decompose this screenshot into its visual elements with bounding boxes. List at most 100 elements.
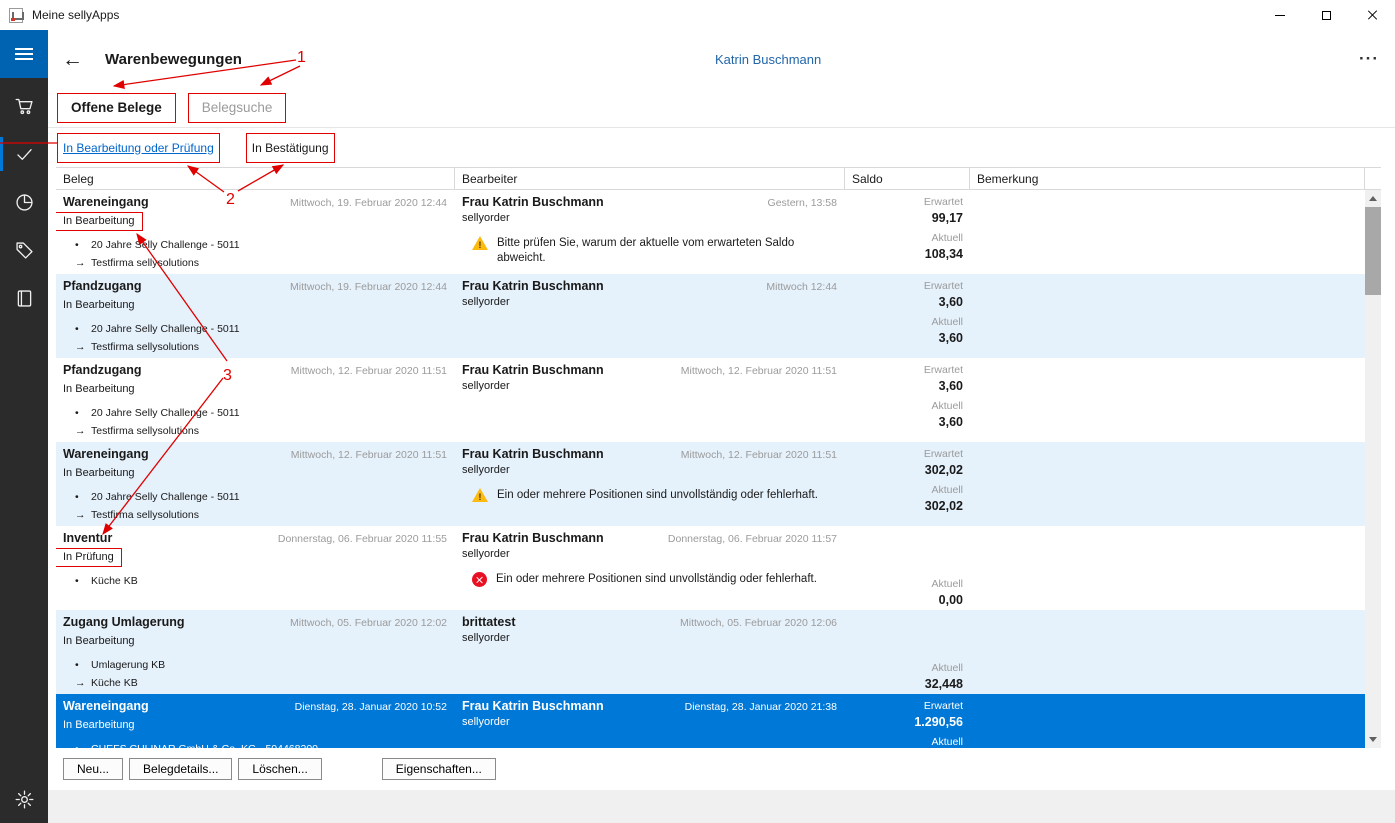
saldo-label: Aktuell [852, 736, 963, 748]
scroll-down-icon [1369, 737, 1377, 742]
item-marker: • [75, 489, 91, 507]
row-message: Bitte prüfen Sie, warum der aktuelle vom… [462, 236, 837, 265]
list-item: →Testfirma sellysolutions [63, 339, 447, 357]
properties-button[interactable]: Eigenschaften... [382, 758, 496, 780]
item-text: Umlagerung KB [91, 657, 165, 675]
saldo-cell: Erwartet3,60Aktuell3,60 [845, 358, 970, 442]
maximize-button[interactable] [1303, 0, 1349, 30]
beleg-cell: Inventur Donnerstag, 06. Februar 2020 11… [56, 526, 455, 610]
saldo-value: 108,34 [852, 247, 963, 261]
item-text: CHEFS CULINAR GmbH & Co. KG - 504468200 [91, 741, 318, 748]
pie-chart-icon [14, 192, 35, 213]
document-details-button[interactable]: Belegdetails... [129, 758, 232, 780]
document-date: Mittwoch, 19. Februar 2020 12:44 [290, 281, 447, 293]
sidebar [0, 30, 48, 823]
subtab-in-bestaetigung[interactable]: In Bestätigung [247, 134, 334, 162]
status-strip [48, 790, 1395, 823]
saldo-value: 32,448 [852, 677, 963, 691]
saldo-label: Erwartet [852, 700, 963, 712]
tab-bar: Offene Belege Belegsuche [48, 88, 1395, 128]
remark-cell [970, 190, 1365, 274]
editor-account: sellyorder [462, 632, 837, 644]
scroll-down-button[interactable] [1365, 731, 1381, 748]
settings-button[interactable] [0, 775, 48, 823]
beleg-cell: Wareneingang Mittwoch, 12. Februar 2020 … [56, 442, 455, 526]
saldo-cell: Erwartet302,02Aktuell302,02 [845, 442, 970, 526]
list-item: →Küche KB [63, 675, 447, 693]
delete-button[interactable]: Löschen... [238, 758, 321, 780]
sidebar-item-reports[interactable] [0, 178, 48, 226]
tag-icon [14, 240, 35, 261]
hamburger-icon [15, 48, 33, 60]
column-header-beleg: Beleg [56, 168, 455, 189]
scrollbar-thumb[interactable] [1365, 207, 1381, 295]
table-row[interactable]: Pfandzugang Mittwoch, 19. Februar 2020 1… [56, 274, 1365, 358]
window-title: Meine sellyApps [32, 8, 119, 22]
user-name[interactable]: Katrin Buschmann [715, 52, 821, 67]
document-type: Pfandzugang [63, 363, 141, 377]
table-row[interactable]: Wareneingang Mittwoch, 19. Februar 2020 … [56, 190, 1365, 274]
close-button[interactable] [1349, 0, 1395, 30]
document-type: Wareneingang [63, 699, 149, 713]
warning-icon [472, 236, 488, 250]
list-item: →Testfirma sellysolutions [63, 507, 447, 525]
window-controls [1257, 0, 1395, 30]
document-status: In Bearbeitung [63, 635, 135, 647]
saldo-label: Aktuell [852, 484, 963, 496]
remark-cell [970, 358, 1365, 442]
document-type: Wareneingang [63, 195, 149, 209]
gear-icon [14, 789, 35, 810]
item-marker: → [75, 423, 91, 441]
column-header-bearbeiter: Bearbeiter [455, 168, 845, 189]
subtab-in-bearbeitung-oder-pruefung[interactable]: In Bearbeitung oder Prüfung [58, 134, 219, 162]
editor-date: Mittwoch 12:44 [766, 281, 837, 293]
remark-cell [970, 274, 1365, 358]
table-row[interactable]: Pfandzugang Mittwoch, 12. Februar 2020 1… [56, 358, 1365, 442]
editor-name: brittatest [462, 615, 515, 629]
beleg-cell: Wareneingang Mittwoch, 19. Februar 2020 … [56, 190, 455, 274]
list-item: •20 Jahre Selly Challenge - 5011 [63, 321, 447, 339]
table-row[interactable]: Inventur Donnerstag, 06. Februar 2020 11… [56, 526, 1365, 610]
saldo-label: Aktuell [852, 316, 963, 328]
document-type: Inventur [63, 531, 112, 545]
item-marker: • [75, 405, 91, 423]
item-marker: • [75, 573, 91, 591]
saldo-value: 0,00 [852, 593, 963, 607]
new-button[interactable]: Neu... [63, 758, 123, 780]
table-row[interactable]: Wareneingang Dienstag, 28. Januar 2020 1… [56, 694, 1365, 748]
page-header: ← Warenbewegungen Katrin Buschmann ··· [48, 30, 1395, 88]
sidebar-item-prices[interactable] [0, 226, 48, 274]
more-menu-button[interactable]: ··· [1359, 49, 1379, 69]
table-row[interactable]: Zugang Umlagerung Mittwoch, 05. Februar … [56, 610, 1365, 694]
saldo-label: Erwartet [852, 196, 963, 208]
saldo-value: 302,02 [852, 463, 963, 477]
subtab-bar: In Bearbeitung oder Prüfung In Bestätigu… [48, 128, 1395, 167]
item-list: •20 Jahre Selly Challenge - 5011→Testfir… [63, 321, 447, 356]
editor-account: sellyorder [462, 296, 837, 308]
table-row[interactable]: Wareneingang Mittwoch, 12. Februar 2020 … [56, 442, 1365, 526]
scroll-up-button[interactable] [1365, 190, 1381, 207]
item-text: Testfirma sellysolutions [91, 255, 199, 273]
list-item: •20 Jahre Selly Challenge - 5011 [63, 489, 447, 507]
beleg-cell: Pfandzugang Mittwoch, 12. Februar 2020 1… [56, 358, 455, 442]
sidebar-item-orders[interactable] [0, 82, 48, 130]
minimize-button[interactable] [1257, 0, 1303, 30]
saldo-value: 3,60 [852, 331, 963, 345]
document-date: Mittwoch, 12. Februar 2020 11:51 [291, 365, 447, 377]
tab-belegsuche[interactable]: Belegsuche [189, 94, 286, 122]
item-list: •Küche KB [63, 573, 447, 591]
sidebar-item-catalog[interactable] [0, 274, 48, 322]
editor-name: Frau Katrin Buschmann [462, 363, 604, 377]
editor-date: Mittwoch, 12. Februar 2020 11:51 [681, 449, 837, 461]
item-list: •20 Jahre Selly Challenge - 5011→Testfir… [63, 405, 447, 440]
vertical-scrollbar[interactable] [1365, 190, 1381, 748]
action-bar: Neu... Belegdetails... Löschen... Eigens… [48, 748, 1395, 790]
tab-offene-belege[interactable]: Offene Belege [58, 94, 175, 122]
bearbeiter-cell: Frau Katrin Buschmann Gestern, 13:58 sel… [455, 190, 845, 274]
sidebar-item-goods-movements[interactable] [0, 130, 48, 178]
message-text: Ein oder mehrere Positionen sind unvolls… [496, 572, 817, 587]
back-button[interactable]: ← [62, 49, 83, 70]
menu-button[interactable] [0, 30, 48, 78]
editor-name: Frau Katrin Buschmann [462, 195, 604, 209]
editor-date: Donnerstag, 06. Februar 2020 11:57 [668, 533, 837, 545]
